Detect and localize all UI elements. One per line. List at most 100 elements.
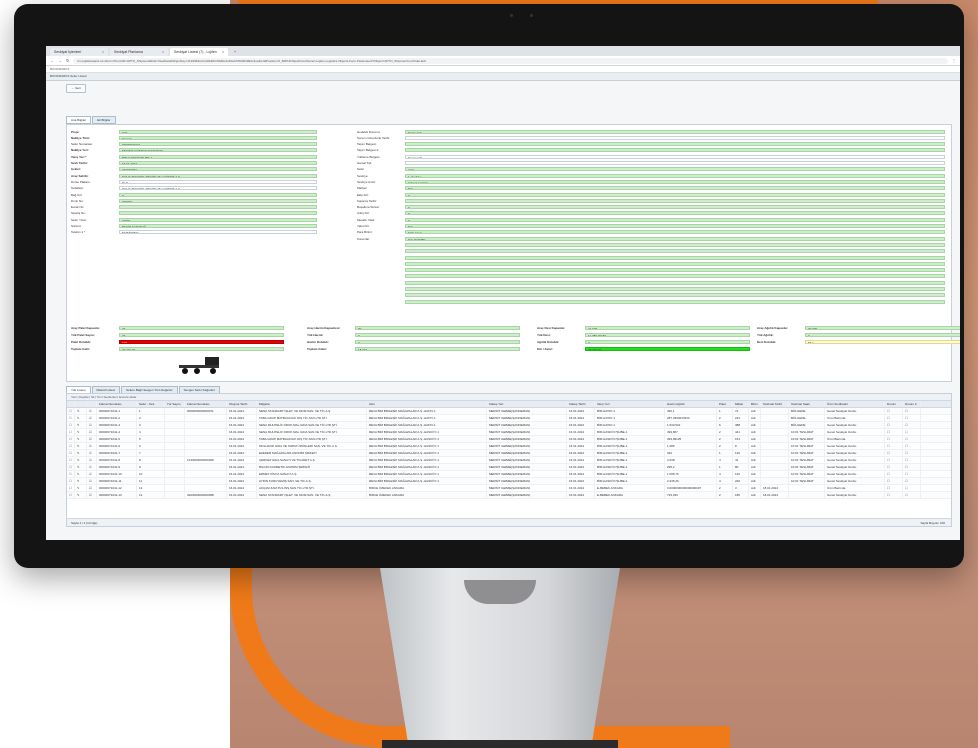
field-input[interactable]	[405, 242, 945, 247]
field-input[interactable]: 0	[119, 192, 317, 197]
field-input[interactable]: Komple	[119, 135, 317, 140]
row-checkbox[interactable]: ☐	[903, 450, 921, 456]
field-input[interactable]: 0	[405, 211, 945, 216]
row-checkbox[interactable]: ☐	[885, 492, 903, 498]
field-input[interactable]: 5335459832	[119, 230, 317, 235]
edit-icon[interactable]: ✎	[75, 471, 87, 477]
table-cell[interactable]: ☑	[87, 443, 97, 449]
close-icon[interactable]: ×	[102, 50, 104, 54]
table-cell[interactable]: ☑	[87, 436, 97, 442]
row-checkbox[interactable]: ☐	[885, 443, 903, 449]
field-input[interactable]: DALIP TOBE	[405, 236, 945, 241]
field-input[interactable]	[405, 255, 945, 260]
row-checkbox[interactable]: ☐	[67, 485, 75, 491]
column-header[interactable]: Varış Yeri	[595, 401, 665, 407]
column-header[interactable]: Teslimat Tarihi	[761, 401, 789, 407]
row-checkbox[interactable]: ☐	[67, 436, 75, 442]
row-checkbox[interactable]: ☐	[67, 422, 75, 428]
field-input[interactable]	[405, 299, 945, 304]
column-header[interactable]: Teslimat Saatı	[789, 401, 825, 407]
close-icon[interactable]: ×	[222, 50, 224, 54]
table-row[interactable]: ☐ ✎ ☑ 00000071041-3 3 16.01.2024 SENA MUHTELİF…	[67, 422, 951, 429]
row-checkbox[interactable]: ☐	[885, 436, 903, 442]
field-input[interactable]: DOHA TEDARİK ZİNCİRİ VE LOJİSTİK A.Ş.	[119, 186, 317, 191]
field-input[interactable]: RLD	[119, 179, 317, 184]
table-cell[interactable]: ☑	[87, 422, 97, 428]
column-header[interactable]: Kabuş Tarihi	[567, 401, 595, 407]
row-checkbox[interactable]: ☐	[903, 485, 921, 491]
row-checkbox[interactable]: ☐	[903, 478, 921, 484]
field-input[interactable]: Dosya.pdf	[405, 154, 945, 159]
table-row[interactable]: ☐ ✎ ☑ 00000071041-8 8 1233000000000028 16.01.2…	[67, 457, 951, 464]
field-input[interactable]: 0	[405, 217, 945, 222]
field-input[interactable]	[405, 142, 945, 147]
row-checkbox[interactable]: ☐	[903, 492, 921, 498]
row-checkbox[interactable]: ☐	[903, 429, 921, 435]
row-checkbox[interactable]: ☐	[885, 464, 903, 470]
row-checkbox[interactable]: ☐	[67, 464, 75, 470]
row-checkbox[interactable]: ☐	[885, 478, 903, 484]
edit-icon[interactable]: ✎	[75, 408, 87, 414]
column-header[interactable]: Durum 2	[903, 401, 921, 407]
field-input[interactable]: DOHA TEDARİK ZİNCİRİ VE LOJİSTİK A.Ş.	[119, 173, 317, 178]
column-header[interactable]	[75, 401, 87, 407]
field-input[interactable]	[405, 287, 945, 291]
row-checkbox[interactable]: ☐	[885, 415, 903, 421]
table-row[interactable]: ☐ ✎ ☑ 00000071041-1 1 0000000000000071 16.01.2…	[67, 408, 951, 415]
column-header[interactable]: Palet	[717, 401, 733, 407]
browser-tab[interactable]: Sevkiyat Planlama ×	[110, 48, 168, 56]
field-input[interactable]: Yılmaz sevkiler	[405, 179, 945, 184]
column-header[interactable]: Durum	[885, 401, 903, 407]
column-header[interactable]: Kabuş Yeri	[487, 401, 567, 407]
table-cell[interactable]: ☑	[87, 478, 97, 484]
column-header[interactable]	[67, 401, 75, 407]
column-header[interactable]: Birim	[749, 401, 761, 407]
field-input[interactable]: Teslim Edi	[405, 129, 945, 134]
table-cell[interactable]: ☑	[87, 485, 97, 491]
field-input[interactable]	[405, 249, 945, 254]
field-input[interactable]	[405, 293, 945, 298]
edit-icon[interactable]: ✎	[75, 443, 87, 449]
browser-tab[interactable]: Sevkiyat İşlemleri ×	[50, 48, 108, 56]
row-checkbox[interactable]: ☐	[67, 408, 75, 414]
field-input[interactable]	[119, 205, 317, 210]
row-checkbox[interactable]: ☐	[67, 450, 75, 456]
table-row[interactable]: ☐ ✎ ☑ 00000071041-5 5 16.01.2024 TABA GRUP MAT…	[67, 436, 951, 443]
column-header[interactable]: Tür Sayısı	[165, 401, 185, 407]
field-input[interactable]	[405, 161, 945, 165]
field-input[interactable]: N/A	[405, 224, 945, 228]
field-input[interactable]: 1. Sevkiye	[405, 173, 945, 178]
row-checkbox[interactable]: ☐	[903, 471, 921, 477]
field-input[interactable]: BİM HASKÖY/ŞUBE-1	[119, 154, 317, 159]
row-checkbox[interactable]: ☐	[885, 450, 903, 456]
row-checkbox[interactable]: ☐	[67, 429, 75, 435]
table-row[interactable]: ☐ ✎ ☑ 00000071041-7 7 16.01.2024 EZEFEM MAĞAZA…	[67, 450, 951, 457]
edit-icon[interactable]: ✎	[75, 429, 87, 435]
table-cell[interactable]: ☑	[87, 415, 97, 421]
column-header[interactable]: Oluşma Tarihi	[227, 401, 257, 407]
field-input[interactable]: IHO	[119, 129, 317, 134]
table-cell[interactable]: ☑	[87, 492, 97, 498]
table-cell[interactable]: ☑	[87, 457, 97, 463]
column-header[interactable]: Alıcı	[367, 401, 487, 407]
table-cell[interactable]: ☑	[87, 471, 97, 477]
field-input[interactable]: 0	[405, 192, 945, 197]
table-row[interactable]: ☐ ✎ ☑ 00000071041-2 2 16.01.2024 TABA GRUP MAT…	[67, 415, 951, 422]
field-input[interactable]	[405, 268, 945, 273]
table-row[interactable]: ☐ ✎ ☑ 00000071041-11 11 16.01.2024 AYDIN KURUY…	[67, 478, 951, 485]
table-cell[interactable]: ☑	[87, 408, 97, 414]
field-input[interactable]: 16.01.2024	[119, 161, 317, 165]
tab-ana-bilgiler[interactable]: Ana Bilgiler	[66, 116, 92, 124]
extensions-icon[interactable]: ⋮	[952, 58, 956, 63]
field-input[interactable]: 43ADD454	[119, 167, 317, 172]
edit-icon[interactable]: ✎	[75, 485, 87, 491]
edit-icon[interactable]: ✎	[75, 457, 87, 463]
field-input[interactable]: Adet	[405, 167, 945, 172]
column-header[interactable]: Fatura Numarası	[185, 401, 227, 407]
row-checkbox[interactable]: ☐	[903, 464, 921, 470]
row-checkbox[interactable]: ☐	[903, 436, 921, 442]
edit-icon[interactable]: ✎	[75, 436, 87, 442]
url-input[interactable]: bm.lojistiksiparis.com/Form?FormID=APTO_…	[73, 57, 948, 64]
column-header[interactable]: Hacim Ağırlık	[665, 401, 717, 407]
browser-tab-active[interactable]: Sevkiyat Listesi (7) - Lojiten ×	[170, 48, 228, 56]
